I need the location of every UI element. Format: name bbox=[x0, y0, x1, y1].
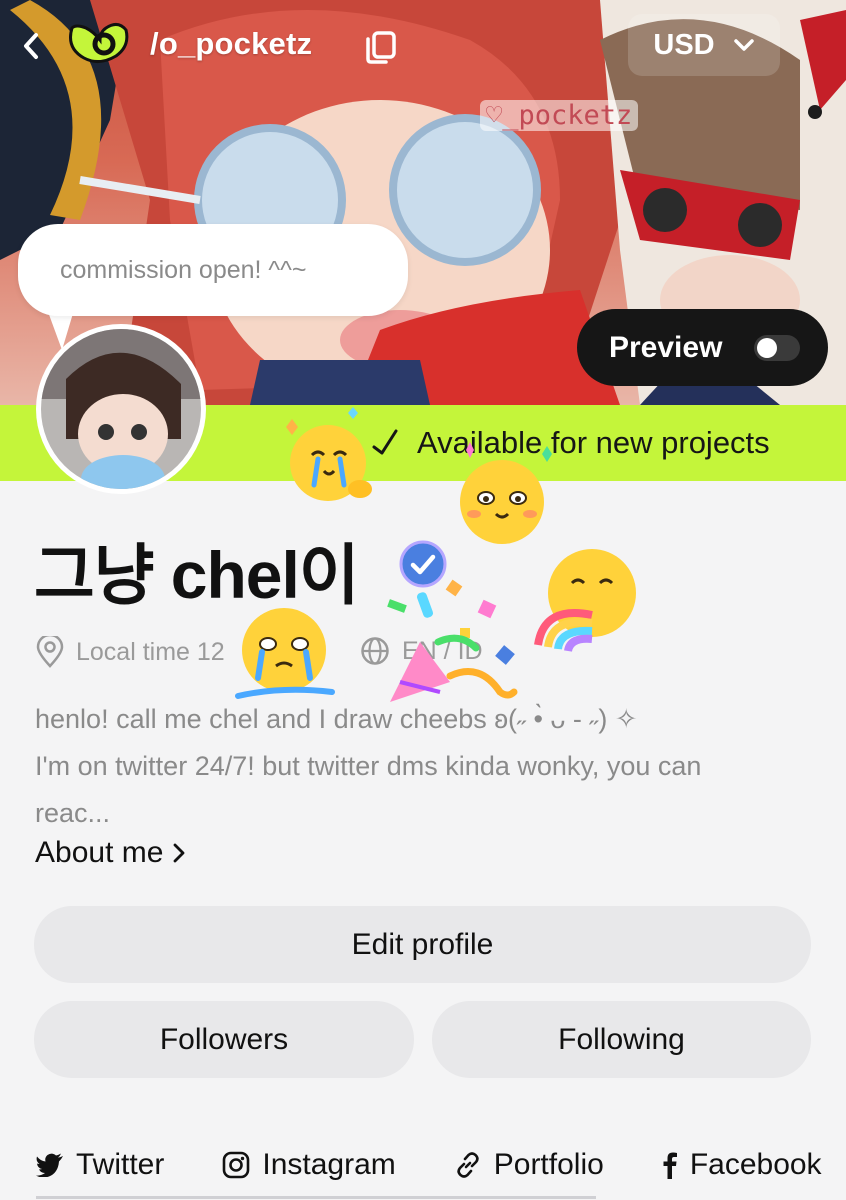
social-link-twitter[interactable]: Twitter bbox=[36, 1148, 164, 1182]
link-icon bbox=[457, 1152, 479, 1178]
social-link-portfolio[interactable]: Portfolio bbox=[454, 1148, 604, 1182]
social-link-facebook[interactable]: Facebook bbox=[662, 1148, 822, 1182]
bio-line: I'm on twitter 24/7! but twitter dms kin… bbox=[35, 751, 702, 781]
banner-watermark: ♡_pocketz bbox=[480, 100, 639, 131]
rainbow-emoji-sticker-icon bbox=[534, 549, 636, 652]
back-button[interactable] bbox=[14, 28, 48, 64]
facebook-icon bbox=[663, 1152, 677, 1179]
tab-scroll-indicator bbox=[36, 1196, 596, 1199]
top-bar: /o_pocketz USD bbox=[0, 0, 846, 95]
social-label: Instagram bbox=[262, 1148, 396, 1181]
avatar-image bbox=[41, 329, 201, 489]
social-label: Twitter bbox=[76, 1148, 165, 1181]
profile-handle: /o_pocketz bbox=[150, 26, 313, 61]
smug-emoji-sticker-icon bbox=[460, 442, 552, 544]
status-speech-bubble[interactable]: commission open! ^^~ bbox=[18, 224, 408, 316]
about-me-link[interactable]: About me bbox=[35, 836, 185, 870]
local-time: Local time 12 bbox=[36, 636, 225, 668]
instagram-icon bbox=[223, 1151, 250, 1179]
local-time-text: Local time 12 bbox=[76, 637, 225, 666]
currency-selector[interactable]: USD bbox=[628, 14, 780, 76]
about-me-label: About me bbox=[35, 836, 164, 869]
bio: henlo! call me chel and I draw cheebs ʚ(… bbox=[35, 696, 825, 837]
twitter-bird-icon bbox=[36, 1153, 63, 1177]
social-label: Portfolio bbox=[493, 1148, 604, 1181]
chevron-down-icon bbox=[733, 39, 754, 51]
social-links: Twitter Instagram Portfolio Facebook bbox=[36, 1144, 846, 1186]
social-link-instagram[interactable]: Instagram bbox=[222, 1148, 396, 1182]
following-button[interactable]: Following bbox=[432, 1001, 811, 1078]
currency-label: USD bbox=[653, 28, 715, 61]
preview-toggle[interactable]: Preview bbox=[577, 309, 828, 386]
party-popper-sticker-icon bbox=[387, 579, 518, 702]
preview-label: Preview bbox=[609, 330, 723, 364]
avatar[interactable] bbox=[36, 324, 206, 494]
sobbing-emoji-sticker-icon bbox=[235, 608, 335, 699]
chevron-right-icon bbox=[174, 843, 185, 863]
followers-button[interactable]: Followers bbox=[34, 1001, 414, 1078]
location-pin-icon bbox=[36, 636, 64, 668]
chevron-left-icon bbox=[24, 33, 38, 59]
status-bubble-text: commission open! ^^~ bbox=[60, 255, 307, 284]
edit-profile-button[interactable]: Edit profile bbox=[34, 906, 811, 983]
app-logo-icon[interactable] bbox=[64, 18, 134, 70]
crying-emoji-sticker-icon bbox=[286, 407, 372, 501]
social-label: Facebook bbox=[689, 1148, 822, 1181]
bio-line: reac... bbox=[35, 798, 111, 828]
preview-switch[interactable] bbox=[754, 335, 800, 361]
copy-icon[interactable] bbox=[364, 29, 398, 65]
